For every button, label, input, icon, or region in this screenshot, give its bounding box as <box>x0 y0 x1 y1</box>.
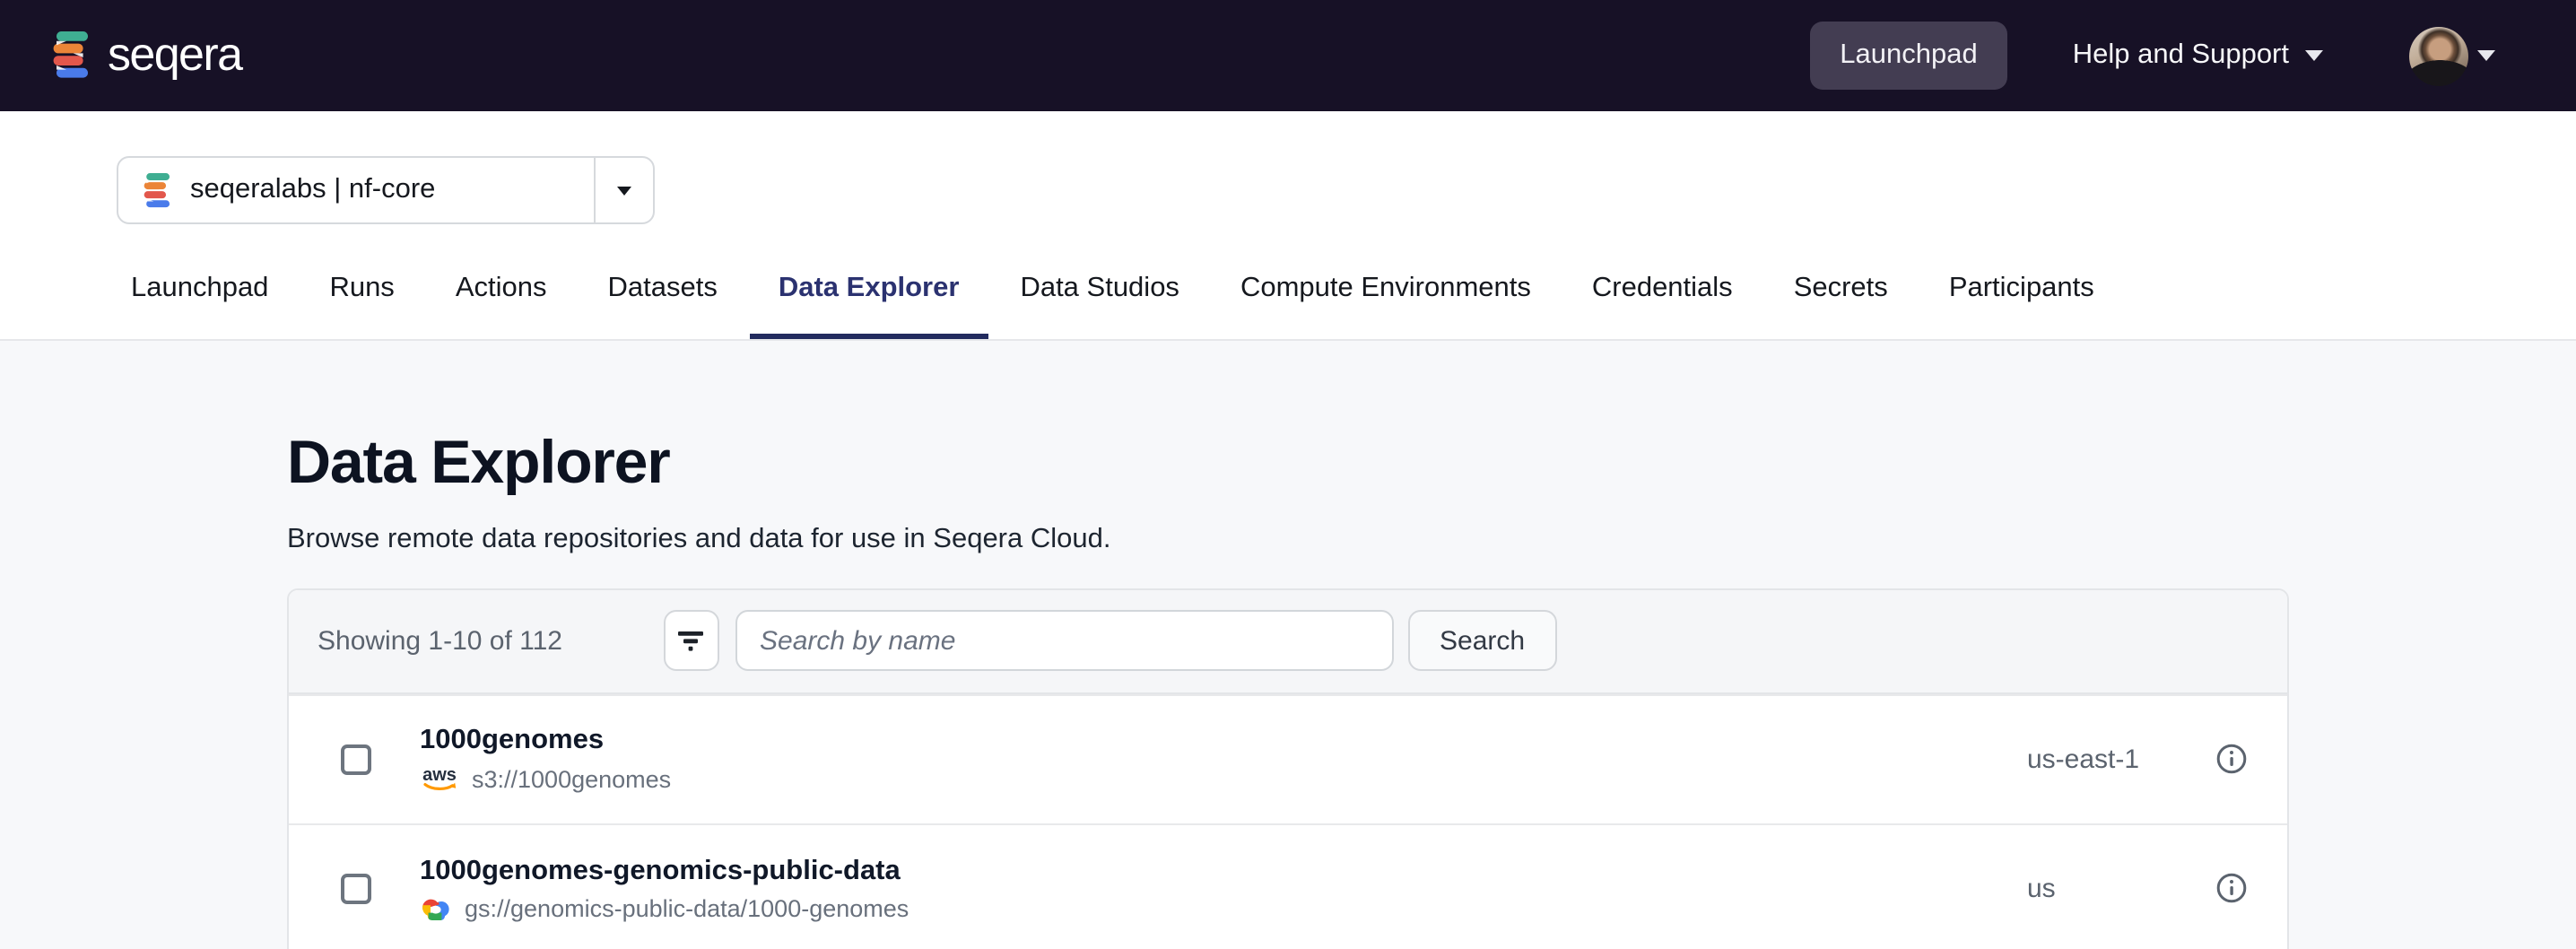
help-support-menu[interactable]: Help and Support <box>2073 39 2323 72</box>
chevron-down-icon <box>2477 50 2495 61</box>
page-subtitle: Browse remote data repositories and data… <box>287 524 2289 556</box>
launchpad-button[interactable]: Launchpad <box>1809 22 2007 90</box>
data-explorer-panel: Showing 1-10 of 112 Search <box>287 588 2289 949</box>
app-root: seqera Launchpad Help and Support <box>0 0 2576 949</box>
seqera-brand[interactable]: seqera <box>50 30 241 82</box>
bucket-name[interactable]: 1000genomes <box>420 726 671 758</box>
chevron-down-icon <box>617 186 631 195</box>
bucket-info: 1000genomes aws s3://1000genomes <box>420 726 671 794</box>
bucket-uri: gs://genomics-public-data/1000-genomes <box>465 895 909 922</box>
search-button[interactable]: Search <box>1407 611 1557 672</box>
info-circle-icon[interactable] <box>2215 873 2248 905</box>
chevron-down-icon <box>2305 50 2323 61</box>
tab-datasets[interactable]: Datasets <box>579 269 746 339</box>
bucket-uri-line: aws s3://1000genomes <box>420 765 671 794</box>
region-label: us <box>2027 874 2215 904</box>
workspace-label: seqeralabs | nf-core <box>190 174 435 206</box>
tab-actions[interactable]: Actions <box>427 269 576 339</box>
svg-text:aws: aws <box>422 766 457 786</box>
main-content: Data Explorer Browse remote data reposit… <box>0 341 2576 949</box>
table-row[interactable]: 1000genomes aws s3://1000genomes <box>289 694 2287 823</box>
page-title: Data Explorer <box>287 427 2289 501</box>
bucket-info: 1000genomes-genomics-public-data <box>420 856 909 922</box>
tab-credentials[interactable]: Credentials <box>1563 269 1762 339</box>
workspace-header: seqeralabs | nf-core Launchpad Runs Acti… <box>0 111 2576 341</box>
workspace-tabs: Launchpad Runs Actions Datasets Data Exp… <box>0 269 2576 339</box>
workspace-org-logo-icon <box>142 171 172 209</box>
row-checkbox[interactable] <box>341 744 371 775</box>
bucket-name[interactable]: 1000genomes-genomics-public-data <box>420 856 909 888</box>
workspace-selector[interactable]: seqeralabs | nf-core <box>117 156 655 224</box>
panel-toolbar: Showing 1-10 of 112 Search <box>289 590 2287 694</box>
filter-lines-icon <box>676 629 705 654</box>
aws-icon: aws <box>420 765 459 794</box>
seqera-logo-icon <box>50 30 91 81</box>
help-support-label: Help and Support <box>2073 39 2289 72</box>
tab-compute-environments[interactable]: Compute Environments <box>1212 269 1560 339</box>
workspace-dropdown-toggle[interactable] <box>594 158 653 222</box>
tab-launchpad[interactable]: Launchpad <box>102 269 297 339</box>
filter-button[interactable] <box>663 611 718 672</box>
bucket-uri-line: gs://genomics-public-data/1000-genomes <box>420 895 909 922</box>
info-circle-icon[interactable] <box>2215 744 2248 776</box>
row-meta: us <box>2027 873 2287 905</box>
navbar-right: Launchpad Help and Support <box>1809 22 2495 90</box>
tab-runs[interactable]: Runs <box>300 269 422 339</box>
region-label: us-east-1 <box>2027 744 2215 775</box>
top-navbar: seqera Launchpad Help and Support <box>0 0 2576 111</box>
user-menu[interactable] <box>2409 26 2495 85</box>
brand-wordmark: seqera <box>108 30 241 82</box>
bucket-uri: s3://1000genomes <box>472 766 671 793</box>
tab-data-explorer[interactable]: Data Explorer <box>750 269 988 339</box>
results-count: Showing 1-10 of 112 <box>318 626 562 657</box>
row-checkbox[interactable] <box>341 874 371 904</box>
user-avatar[interactable] <box>2409 26 2468 85</box>
row-meta: us-east-1 <box>2027 744 2287 776</box>
table-row[interactable]: 1000genomes-genomics-public-data <box>289 823 2287 949</box>
tab-participants[interactable]: Participants <box>1920 269 2123 339</box>
google-cloud-icon <box>420 895 452 922</box>
search-input[interactable] <box>735 611 1393 672</box>
tab-secrets[interactable]: Secrets <box>1765 269 1917 339</box>
workspace-selector-main[interactable]: seqeralabs | nf-core <box>118 158 594 222</box>
tab-data-studios[interactable]: Data Studios <box>991 269 1208 339</box>
